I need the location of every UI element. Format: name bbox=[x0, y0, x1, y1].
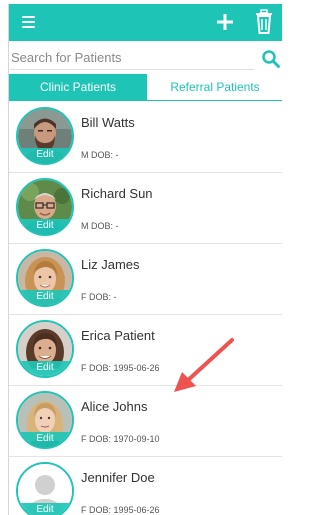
edit-photo-button[interactable]: Edit bbox=[18, 148, 72, 163]
patient-name: Richard Sun bbox=[81, 186, 153, 201]
edit-photo-button[interactable]: Edit bbox=[18, 432, 72, 447]
avatar: Edit bbox=[16, 462, 74, 515]
patient-list-app: Clinic Patients Referral Patients Edit B… bbox=[8, 4, 282, 515]
patient-gender-dob: M DOB: - bbox=[81, 150, 119, 160]
patient-gender-dob: F DOB: 1970-09-10 bbox=[81, 434, 160, 444]
patient-row[interactable]: Edit Jennifer Doe F DOB: 1995-06-26 bbox=[9, 457, 282, 515]
patient-name: Jennifer Doe bbox=[81, 470, 155, 485]
avatar: Edit bbox=[16, 320, 74, 378]
tab-clinic-patients[interactable]: Clinic Patients bbox=[9, 74, 147, 100]
top-toolbar bbox=[9, 4, 282, 41]
patient-gender-dob: F DOB: 1995-06-26 bbox=[81, 505, 160, 515]
avatar: Edit bbox=[16, 391, 74, 449]
avatar: Edit bbox=[16, 178, 74, 236]
patient-name: Bill Watts bbox=[81, 115, 135, 130]
patient-gender-dob: F DOB: 1995-06-26 bbox=[81, 363, 160, 373]
patient-gender-dob: M DOB: - bbox=[81, 221, 119, 231]
patient-row[interactable]: Edit Bill Watts M DOB: - bbox=[9, 102, 282, 173]
avatar: Edit bbox=[16, 107, 74, 165]
plus-icon[interactable] bbox=[212, 9, 238, 35]
edit-photo-button[interactable]: Edit bbox=[18, 290, 72, 305]
edit-photo-button[interactable]: Edit bbox=[18, 219, 72, 234]
avatar: Edit bbox=[16, 249, 74, 307]
search-input[interactable] bbox=[10, 46, 254, 70]
patient-list: Edit Bill Watts M DOB: - Edit Richard Su… bbox=[9, 102, 282, 515]
search-bar bbox=[9, 44, 282, 72]
patient-name: Liz James bbox=[81, 257, 140, 272]
edit-photo-button[interactable]: Edit bbox=[18, 503, 72, 515]
patient-gender-dob: F DOB: - bbox=[81, 292, 117, 302]
patient-name: Erica Patient bbox=[81, 328, 155, 343]
patient-row[interactable]: Edit Alice Johns F DOB: 1970-09-10 bbox=[9, 386, 282, 457]
patient-name: Alice Johns bbox=[81, 399, 148, 414]
patient-row[interactable]: Edit Erica Patient F DOB: 1995-06-26 bbox=[9, 315, 282, 386]
hamburger-menu-icon[interactable] bbox=[15, 9, 41, 35]
patient-row[interactable]: Edit Liz James F DOB: - bbox=[9, 244, 282, 315]
trash-icon[interactable] bbox=[251, 7, 277, 37]
patient-row[interactable]: Edit Richard Sun M DOB: - bbox=[9, 173, 282, 244]
patient-tabs: Clinic Patients Referral Patients bbox=[9, 74, 282, 101]
edit-photo-button[interactable]: Edit bbox=[18, 361, 72, 376]
tab-referral-patients[interactable]: Referral Patients bbox=[147, 74, 282, 100]
search-icon[interactable] bbox=[261, 49, 281, 69]
